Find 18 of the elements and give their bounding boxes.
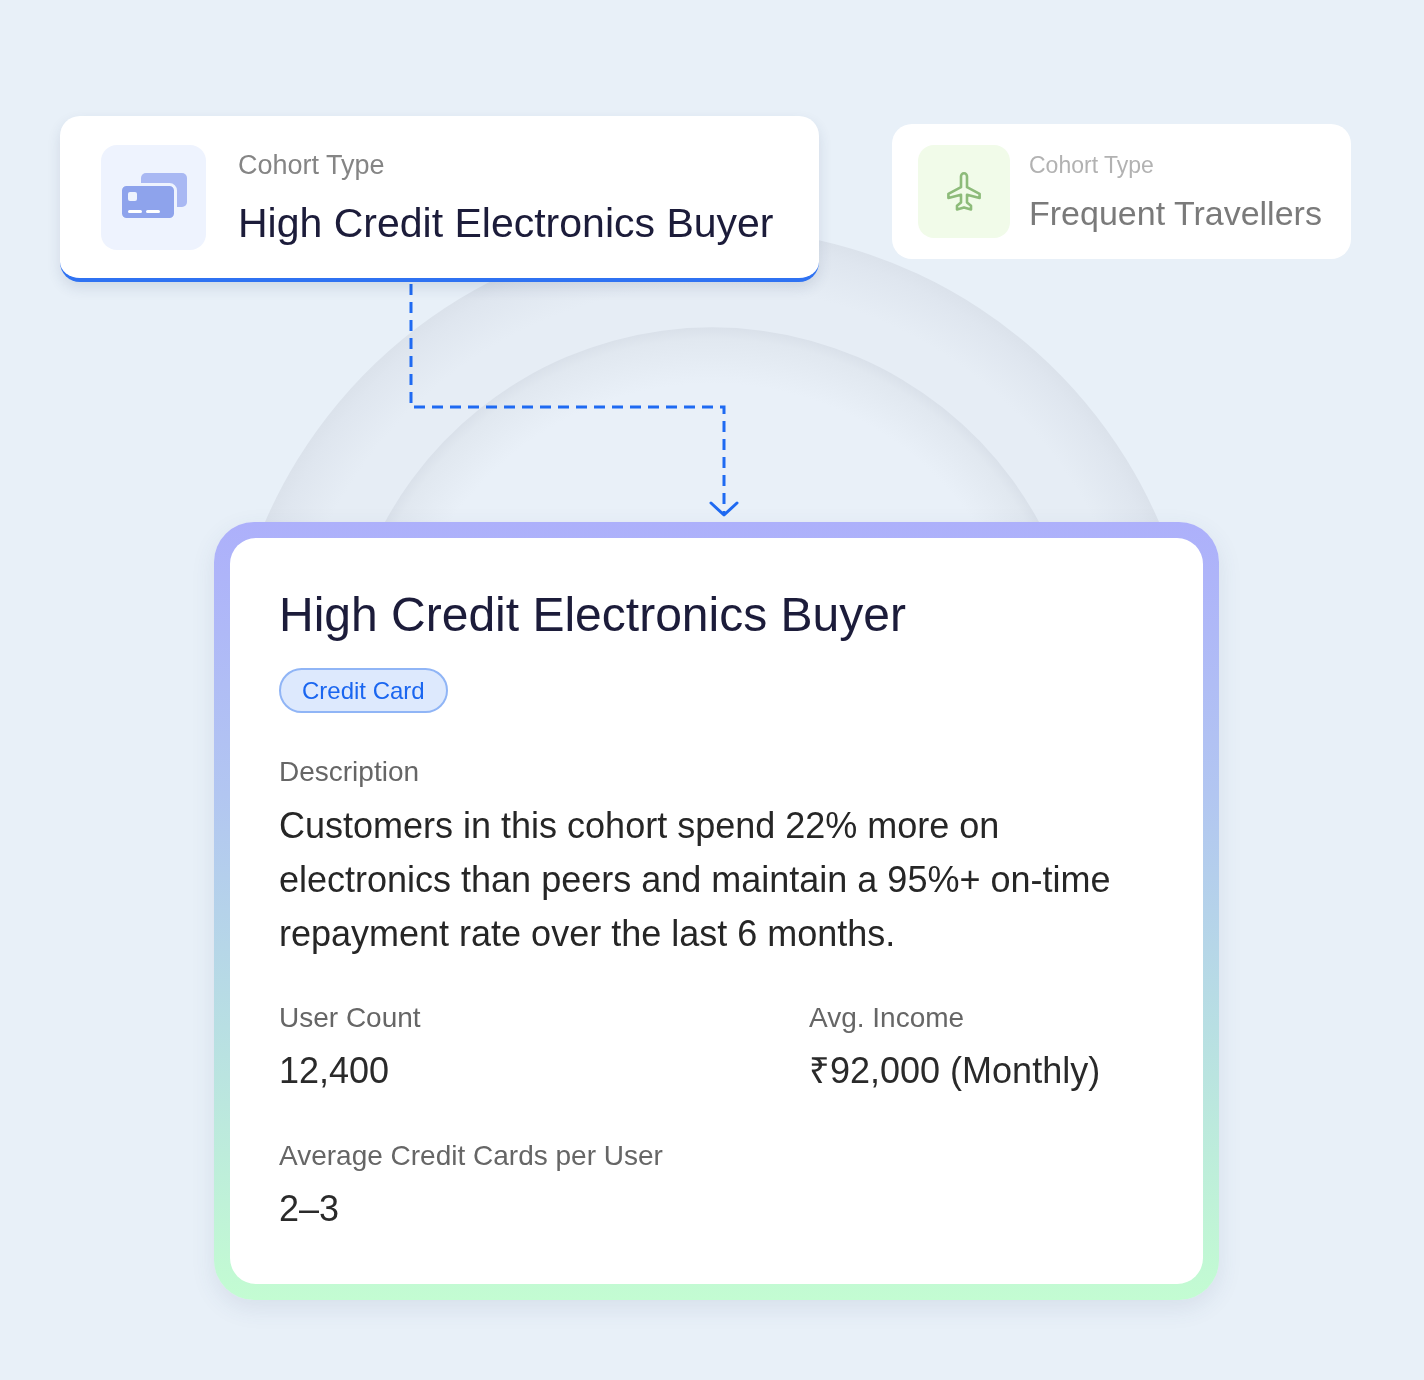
stat-label: Avg. Income [809, 1001, 965, 1035]
category-tag: Credit Card [279, 668, 448, 713]
stat-value: 2–3 [279, 1187, 340, 1231]
description-label: Description [279, 755, 420, 789]
cohort-type-label: Cohort Type [1029, 150, 1155, 180]
stat-value: 12,400 [279, 1049, 390, 1093]
cohort-type-label: Cohort Type [238, 149, 386, 182]
stat-label: User Count [279, 1001, 421, 1035]
cohort-name: Frequent Travellers [1029, 192, 1322, 234]
credit-cards-icon [101, 144, 206, 250]
cohort-card[interactable]: Cohort Type High Credit Electronics Buyer [60, 116, 819, 282]
airplane-icon [918, 145, 1010, 238]
cohort-title: High Credit Electronics Buyer [279, 587, 906, 643]
stat-value: ₹92,000 (Monthly) [809, 1049, 1101, 1093]
stat-label: Average Credit Cards per User [279, 1139, 663, 1173]
description-text: Customers in this cohort spend 22% more on electronics than peers and maintain a 95%+ on-time repayment rate over the last 6 months. [279, 804, 1112, 956]
cohort-name: High Credit Electronics Buyer [238, 199, 774, 247]
cohort-card[interactable]: Cohort Type Frequent Travellers [892, 124, 1351, 259]
